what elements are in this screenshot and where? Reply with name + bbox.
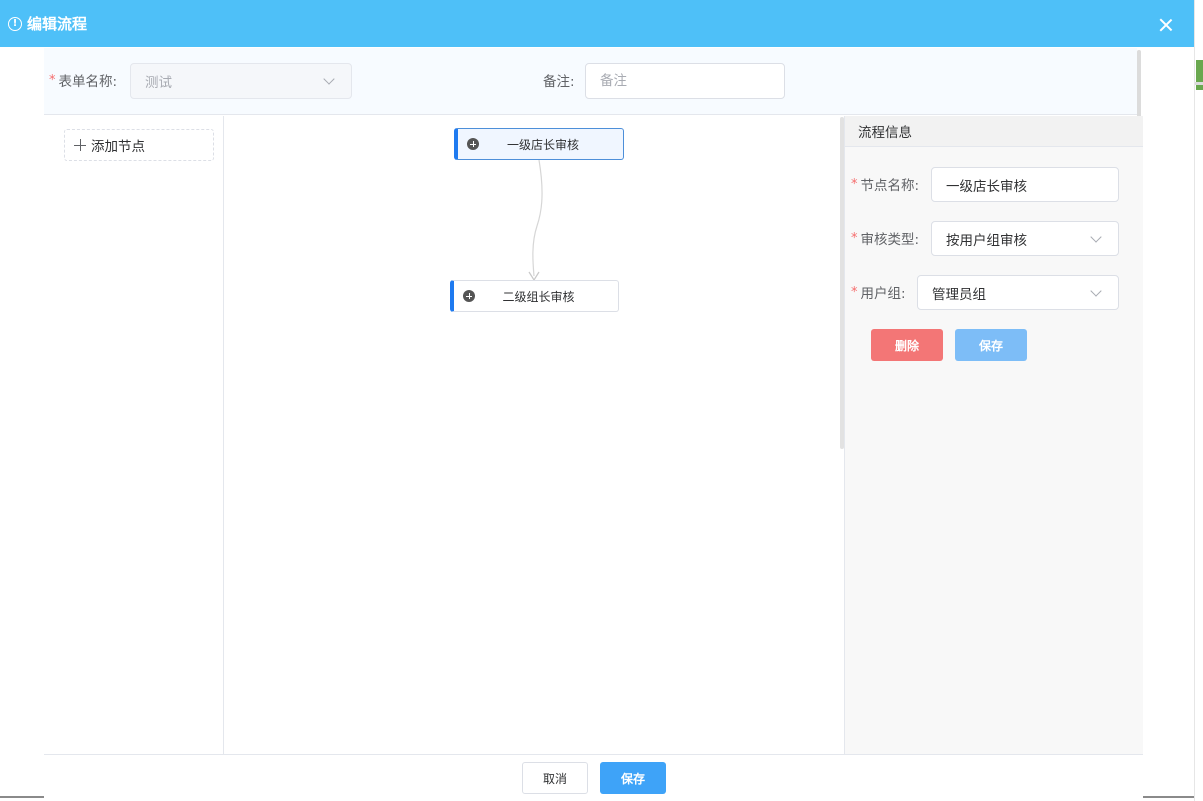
node-name-label-text: 节点名称: <box>860 178 920 194</box>
background-page-accent <box>1196 60 1203 90</box>
flow-node[interactable]: 二级组长审核 <box>450 280 619 312</box>
dialog-footer: 取消 保存 <box>44 754 1143 798</box>
add-circle-icon[interactable] <box>463 290 475 302</box>
chevron-down-icon <box>1090 231 1102 243</box>
node-toolbox: 添加节点 <box>44 116 224 754</box>
add-circle-icon[interactable] <box>467 138 479 150</box>
cancel-button[interactable]: 取消 <box>522 762 588 794</box>
panel-title: 流程信息 <box>845 116 1143 147</box>
user-group-value: 管理员组 <box>932 286 986 303</box>
review-type-label: * 审核类型: <box>851 228 920 249</box>
form-name-select[interactable]: 测试 <box>130 63 352 99</box>
background-page-divider <box>1195 82 1203 85</box>
save-button[interactable]: 保存 <box>600 762 666 794</box>
form-row: * 表单名称: 测试 备注: <box>44 48 1137 115</box>
remark-label: 备注: <box>543 74 575 90</box>
required-mark: * <box>49 72 56 88</box>
add-node-label: 添加节点 <box>91 139 145 155</box>
flow-node[interactable]: 一级店长审核 <box>454 128 624 160</box>
required-mark: * <box>851 176 858 192</box>
required-mark: * <box>851 230 858 246</box>
node-name-input[interactable] <box>931 167 1119 202</box>
form-name-label-text: 表单名称: <box>58 74 118 90</box>
flow-edge-layer <box>528 159 543 282</box>
plus-icon <box>74 139 86 151</box>
flow-info-panel: 流程信息 * 节点名称: * 审核类型: 按用户组审核 * 用户组: 管理员组 … <box>844 116 1143 754</box>
background-page-edge <box>1194 0 1203 801</box>
save-node-button[interactable]: 保存 <box>955 329 1027 361</box>
flow-canvas[interactable]: 一级店长审核 二级组长审核 <box>225 116 840 754</box>
user-group-select[interactable]: 管理员组 <box>917 275 1119 310</box>
form-name-value: 测试 <box>145 75 172 91</box>
dialog-title: ! 编辑流程 <box>8 13 87 34</box>
node-name-label: * 节点名称: <box>851 174 920 195</box>
flow-node-label: 二级组长审核 <box>502 289 575 304</box>
flow-edge <box>532 159 543 277</box>
dialog-header: ! 编辑流程 <box>0 0 1194 47</box>
review-type-select[interactable]: 按用户组审核 <box>931 221 1119 256</box>
remark-input[interactable] <box>585 63 785 99</box>
dialog-title-text: 编辑流程 <box>27 15 88 33</box>
add-node-button[interactable]: 添加节点 <box>64 129 214 161</box>
flow-node-label: 一级店长审核 <box>506 137 579 152</box>
delete-node-button[interactable]: 删除 <box>871 329 943 361</box>
required-mark: * <box>851 284 858 300</box>
close-icon[interactable] <box>1159 18 1173 32</box>
form-name-label: * 表单名称: <box>49 70 118 91</box>
user-group-label: * 用户组: <box>851 282 906 303</box>
review-type-value: 按用户组审核 <box>946 232 1027 249</box>
user-group-label-text: 用户组: <box>860 286 906 302</box>
chevron-down-icon <box>1090 285 1102 297</box>
chevron-down-icon <box>323 73 335 85</box>
review-type-label-text: 审核类型: <box>860 232 920 248</box>
edit-flow-dialog: ! 编辑流程 * 表单名称: 测试 备注: 添加节点 一级店长审核 <box>0 0 1194 798</box>
info-icon: ! <box>8 16 22 31</box>
